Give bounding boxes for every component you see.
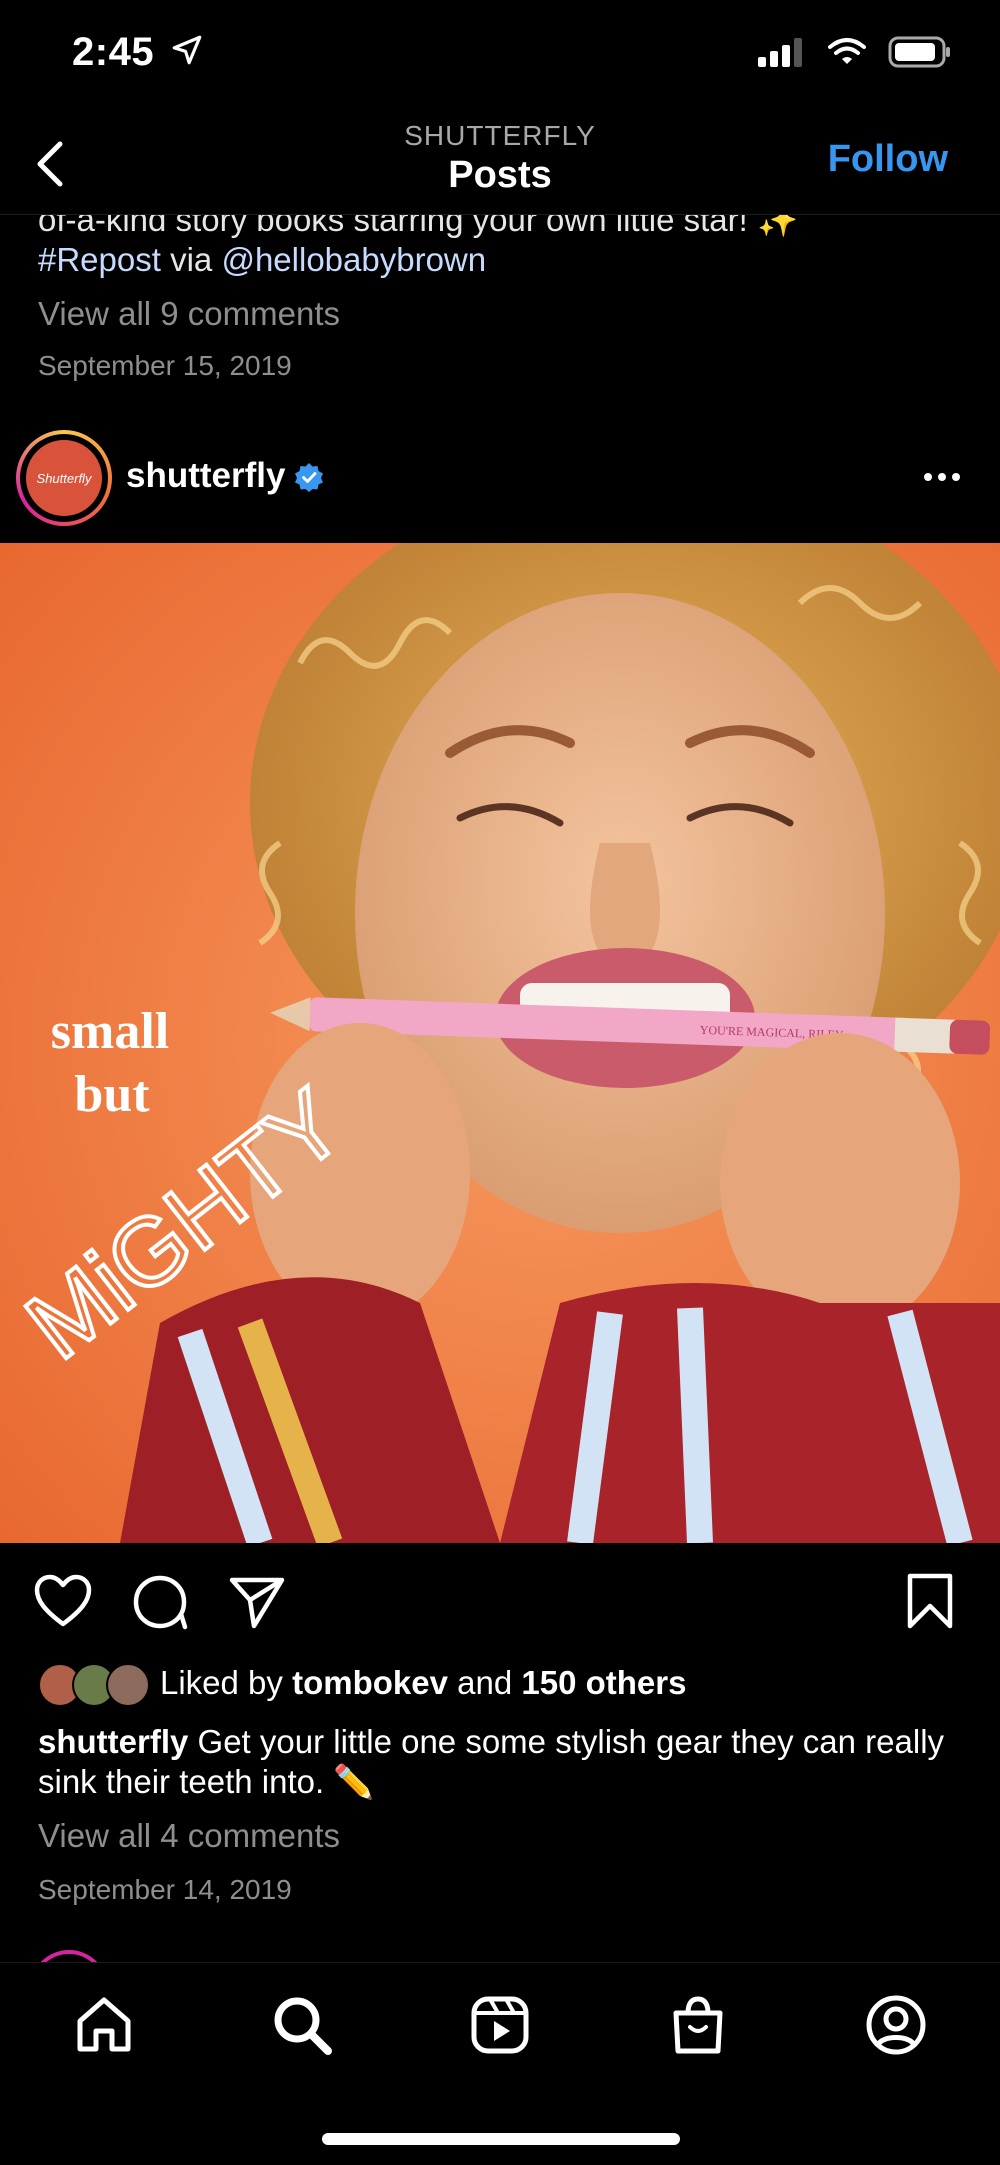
caption-username-link[interactable]: shutterfly	[38, 1723, 188, 1760]
post-image[interactable]: YOU'RE MAGICAL, RILEY small but MiGHTY	[0, 543, 1000, 1543]
status-time: 2:45	[72, 30, 204, 75]
hashtag-link[interactable]: #Repost	[38, 241, 161, 278]
likes-count-link[interactable]: 150 others	[521, 1664, 686, 1701]
home-icon[interactable]	[72, 1993, 136, 2057]
post-caption: shutterfly Get your little one some styl…	[38, 1723, 945, 1800]
post-actions	[0, 1572, 1000, 1632]
profile-icon[interactable]	[864, 1993, 928, 2057]
follow-button[interactable]: Follow	[828, 138, 948, 181]
liked-by-user-link[interactable]: tombokev	[292, 1664, 448, 1701]
like-heart-icon[interactable]	[34, 1574, 92, 1628]
avatar[interactable]: Shutterfly	[16, 430, 112, 526]
view-comments-link[interactable]: View all 9 comments	[38, 294, 340, 334]
bottom-navigation	[0, 1962, 1000, 2165]
view-comments-link[interactable]: View all 4 comments	[38, 1816, 340, 1856]
mention-link[interactable]: @hellobabybrown	[221, 241, 486, 278]
post-date: September 15, 2019	[38, 350, 292, 381]
shop-icon[interactable]	[666, 1993, 730, 2057]
liked-by-text[interactable]: Liked by tombokev and 150 others	[160, 1664, 686, 1702]
cellular-signal-icon	[758, 38, 802, 67]
liker-avatars[interactable]	[38, 1663, 150, 1707]
more-horizontal-icon	[924, 473, 960, 481]
status-indicators	[758, 36, 952, 68]
wifi-icon	[828, 38, 866, 64]
share-send-icon[interactable]	[228, 1574, 286, 1630]
save-bookmark-icon[interactable]	[906, 1572, 954, 1630]
search-icon[interactable]	[270, 1993, 334, 2057]
verified-badge-icon	[295, 463, 323, 492]
battery-icon	[888, 36, 950, 68]
image-text-small: small	[51, 1003, 169, 1060]
reels-icon[interactable]	[468, 1993, 532, 2057]
comment-icon[interactable]	[132, 1574, 188, 1630]
liker-avatar	[106, 1663, 150, 1707]
home-indicator[interactable]	[322, 2133, 680, 2145]
post-date: September 14, 2019	[38, 1874, 292, 1905]
username-link[interactable]: shutterfly	[126, 456, 285, 496]
posts-header: SHUTTERFLY Posts Follow	[0, 110, 1000, 215]
previous-caption-tags: #Repost via @hellobabybrown	[38, 241, 487, 278]
avatar-logo: Shutterfly	[26, 440, 102, 516]
location-arrow-icon	[172, 35, 201, 65]
more-options-button[interactable]	[922, 470, 962, 488]
image-text-but: but	[74, 1066, 150, 1123]
post-photo-illustration: YOU'RE MAGICAL, RILEY small but MiGHTY	[0, 543, 1000, 1543]
